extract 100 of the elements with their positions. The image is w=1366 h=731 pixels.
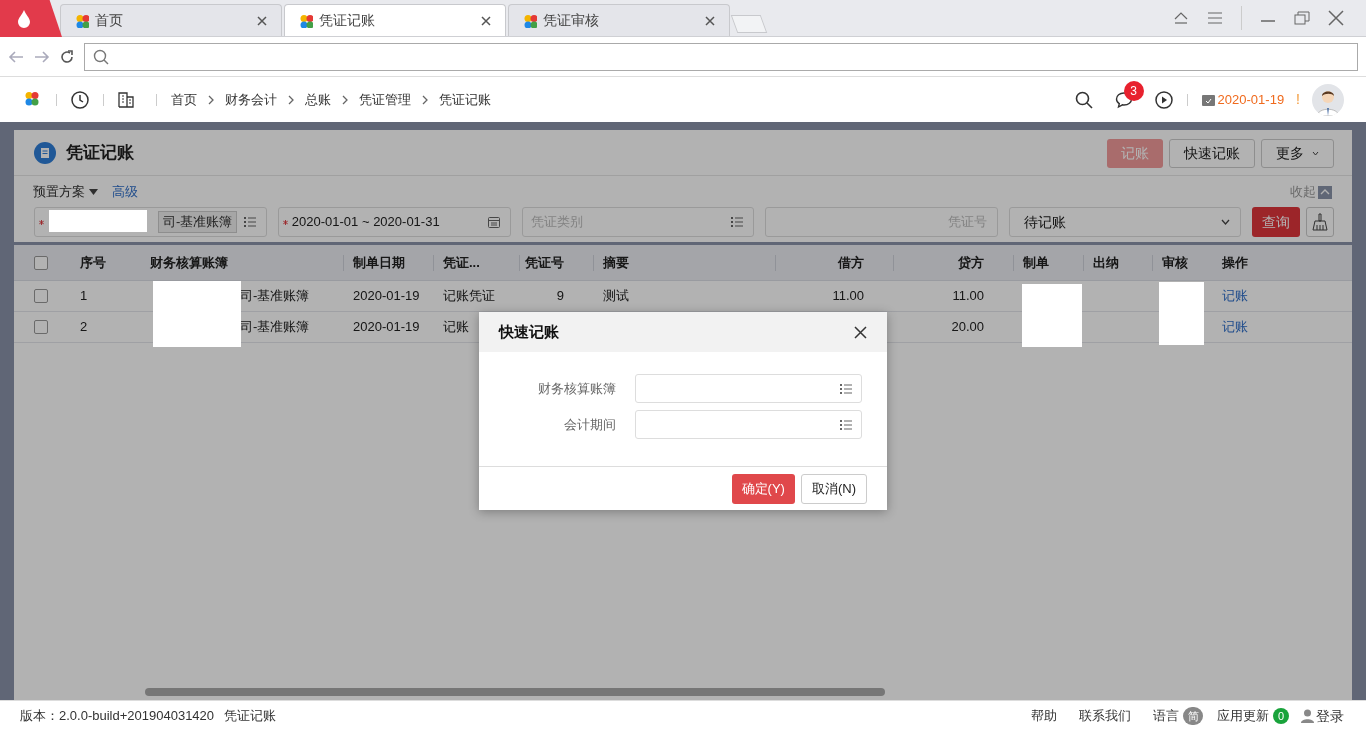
update-link[interactable]: 应用更新 [1217, 706, 1269, 726]
breadcrumb-link[interactable]: 总账 [305, 89, 331, 110]
table-cell-text: 记账凭证 [443, 287, 495, 306]
chevron-right-icon [287, 94, 295, 105]
chevron-down-icon [1221, 219, 1231, 225]
app-logo-icon [75, 13, 89, 28]
maximize-icon[interactable] [1294, 11, 1310, 25]
column-header[interactable]: 凭证... [443, 252, 480, 273]
calendar-icon[interactable] [487, 216, 500, 228]
table-cell-text: 2 [80, 318, 88, 337]
list-icon[interactable] [840, 419, 852, 430]
footer-link[interactable]: 帮助 [1031, 706, 1057, 726]
table-cell-text: 司-基准账簿 [239, 287, 310, 306]
avatar[interactable] [1312, 83, 1344, 116]
column-header[interactable]: 借方 [838, 252, 864, 273]
document-icon [34, 141, 56, 164]
building-icon[interactable] [118, 91, 134, 108]
select-value: 待记账 [1023, 212, 1068, 232]
table-cell-text: 9 [556, 287, 564, 306]
input-field[interactable] [635, 374, 862, 403]
search-icon[interactable] [1074, 90, 1093, 109]
list-icon[interactable] [731, 217, 744, 227]
breadcrumb-link[interactable]: 凭证记账 [439, 89, 491, 110]
scrollbar-thumb[interactable] [145, 688, 885, 696]
tab-label: 凭证记账 [319, 11, 376, 30]
date-range-text: 2020-01-01 ~ 2020-01-31 [291, 213, 441, 232]
chevron-up-icon [1318, 185, 1332, 199]
update-badge: 0 [1273, 708, 1289, 724]
reload-icon[interactable] [60, 49, 74, 64]
redaction-block [1022, 284, 1082, 347]
footer-link[interactable]: 联系我们 [1079, 706, 1131, 726]
collapse-icon[interactable] [1173, 11, 1189, 25]
tab-label: 首页 [95, 11, 124, 30]
selected-tag[interactable]: 司-基准账簿 [158, 211, 238, 233]
close-icon[interactable] [1328, 10, 1344, 26]
input-field[interactable]: 2020-01-01 ~ 2020-01-31 [277, 207, 511, 237]
user-icon [1301, 709, 1314, 723]
select-field[interactable]: 待记账 [1009, 207, 1242, 237]
column-header[interactable]: 制单日期 [353, 252, 405, 273]
browser-tab[interactable]: 首页 [60, 4, 282, 36]
column-header[interactable]: 贷方 [958, 252, 984, 273]
clear-button[interactable] [1306, 207, 1334, 237]
caret-icon [89, 189, 98, 195]
checkbox[interactable] [34, 320, 48, 334]
chevron-right-icon [341, 94, 349, 105]
column-header[interactable]: 制单 [1023, 252, 1049, 273]
close-icon[interactable] [257, 15, 267, 26]
table-cell-text: 测试 [603, 287, 629, 306]
column-header[interactable]: 出纳 [1093, 252, 1119, 273]
close-icon[interactable] [481, 15, 491, 26]
checkbox[interactable] [34, 289, 48, 303]
column-header[interactable]: 摘要 [603, 252, 629, 273]
breadcrumb-link[interactable]: 财务会计 [225, 89, 277, 110]
column-header[interactable]: 财务核算账簿 [150, 252, 228, 273]
cancel-button[interactable]: 取消(N) [800, 473, 867, 504]
field-label: 会计期间 [563, 415, 616, 434]
language-link[interactable]: 语言 [1153, 706, 1179, 726]
chat-icon[interactable] [1114, 90, 1133, 109]
table-cell-text: 司-基准账簿 [239, 318, 310, 337]
page-title: 凭证记账 [66, 141, 134, 164]
post-link[interactable]: 记账 [1222, 286, 1248, 306]
play-icon[interactable] [1154, 90, 1173, 109]
list-icon[interactable] [840, 383, 852, 394]
list-icon[interactable] [243, 217, 256, 227]
breadcrumb-link[interactable]: 首页 [171, 89, 197, 110]
tab-label: 凭证审核 [543, 11, 600, 30]
app-logo-icon [523, 13, 537, 28]
action-button[interactable]: 快速记账 [1169, 139, 1255, 168]
column-header[interactable]: 审核 [1162, 252, 1188, 273]
table-cell-text: 2020-01-19 [353, 318, 420, 337]
breadcrumb-link[interactable]: 凭证管理 [359, 89, 411, 110]
login-link[interactable]: 登录 [1316, 705, 1344, 727]
notification-badge: 3 [1123, 80, 1144, 101]
clock-icon[interactable] [71, 90, 89, 109]
column-header[interactable]: 操作 [1222, 252, 1248, 273]
advanced-link[interactable]: 高级 [112, 182, 138, 202]
redaction-block [1159, 282, 1204, 345]
broom-icon [1312, 213, 1328, 231]
close-icon[interactable] [705, 15, 715, 26]
page-name: 凭证记账 [224, 707, 277, 726]
browser-tab[interactable]: 凭证审核 [508, 4, 730, 36]
close-icon[interactable] [854, 325, 867, 339]
address-field[interactable] [84, 42, 1358, 71]
post-link[interactable]: 记账 [1222, 317, 1248, 337]
confirm-button[interactable]: 确定(Y) [731, 473, 795, 504]
language-badge[interactable]: 简 [1183, 707, 1203, 725]
column-header[interactable]: 凭证号 [525, 252, 564, 273]
dialog-title: 快速记账 [499, 321, 560, 342]
input-field[interactable] [635, 410, 862, 439]
field-label: 财务核算账簿 [537, 379, 616, 398]
chevron-right-icon [207, 94, 215, 105]
table-cell-text: 20.00 [951, 318, 984, 337]
drop-icon [17, 10, 31, 28]
checkbox[interactable] [34, 255, 48, 270]
search-icon [93, 48, 109, 65]
browser-tab[interactable]: 凭证记账 [284, 4, 506, 36]
dropdown-button[interactable]: 更多 [1261, 139, 1334, 168]
column-header[interactable]: 序号 [80, 252, 106, 273]
preset-dropdown[interactable]: 预置方案 [33, 182, 98, 202]
query-button[interactable]: 查询 [1252, 207, 1300, 237]
